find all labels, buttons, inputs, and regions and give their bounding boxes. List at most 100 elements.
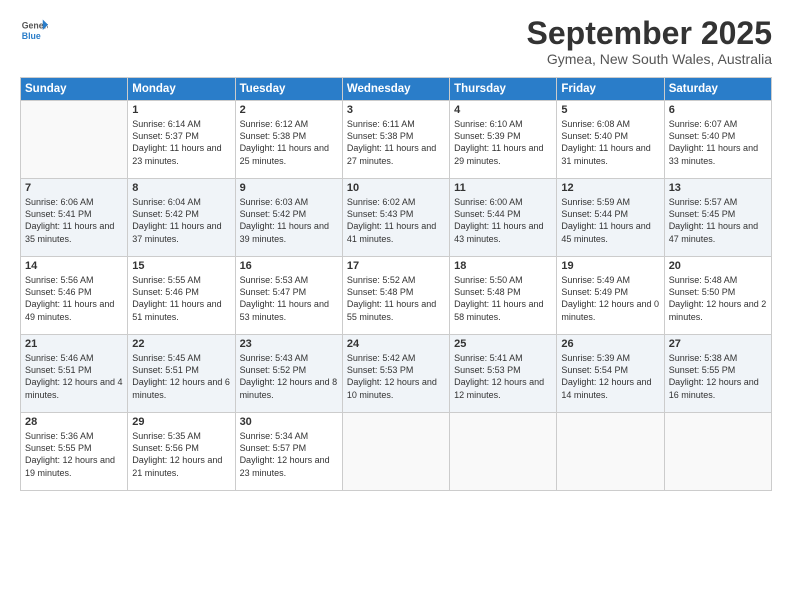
day-number: 6 (669, 104, 767, 116)
day-number: 29 (132, 416, 230, 428)
day-info: Sunrise: 5:35 AMSunset: 5:56 PMDaylight:… (132, 430, 230, 479)
day-info: Sunrise: 5:41 AMSunset: 5:53 PMDaylight:… (454, 352, 552, 401)
day-number: 20 (669, 260, 767, 272)
page: General Blue September 2025 Gymea, New S… (0, 0, 792, 612)
weekday-header-saturday: Saturday (664, 78, 771, 101)
day-number: 23 (240, 338, 338, 350)
day-info: Sunrise: 5:57 AMSunset: 5:45 PMDaylight:… (669, 196, 767, 245)
calendar-cell: 10 Sunrise: 6:02 AMSunset: 5:43 PMDayligh… (342, 179, 449, 257)
day-info: Sunrise: 5:46 AMSunset: 5:51 PMDaylight:… (25, 352, 123, 401)
calendar-cell (21, 101, 128, 179)
weekday-header-friday: Friday (557, 78, 664, 101)
month-title: September 2025 (527, 16, 772, 51)
calendar-cell: 27Sunrise: 5:38 AMSunset: 5:55 PMDayligh… (664, 335, 771, 413)
day-number: 17 (347, 260, 445, 272)
logo-icon: General Blue (20, 16, 48, 44)
day-number: 14 (25, 260, 123, 272)
day-number: 22 (132, 338, 230, 350)
day-number: 19 (561, 260, 659, 272)
day-number: 4 (454, 104, 552, 116)
day-info: Sunrise: 5:53 AMSunset: 5:47 PMDaylight:… (240, 274, 338, 323)
day-number: 8 (132, 182, 230, 194)
day-number: 30 (240, 416, 338, 428)
calendar-cell: 30 Sunrise: 5:34 AMSunset: 5:57 PMDayligh… (235, 413, 342, 491)
day-number: 5 (561, 104, 659, 116)
calendar-cell (557, 413, 664, 491)
calendar-week-row: 28 Sunrise: 5:36 AMSunset: 5:55 PMDayligh… (21, 413, 772, 491)
day-number: 11 (454, 182, 552, 194)
calendar-cell (342, 413, 449, 491)
weekday-header-thursday: Thursday (450, 78, 557, 101)
day-info: Sunrise: 6:08 AMSunset: 5:40 PMDaylight:… (561, 118, 659, 167)
day-info: Sunrise: 5:59 AMSunset: 5:44 PMDaylight:… (561, 196, 659, 245)
day-info: Sunrise: 6:14 AMSunset: 5:37 PMDaylight:… (132, 118, 230, 167)
logo: General Blue (20, 16, 48, 44)
day-info: Sunrise: 6:10 AMSunset: 5:39 PMDaylight:… (454, 118, 552, 167)
calendar-cell (664, 413, 771, 491)
calendar-week-row: 1 Sunrise: 6:14 AMSunset: 5:37 PMDaylight… (21, 101, 772, 179)
day-info: Sunrise: 5:38 AMSunset: 5:55 PMDaylight:… (669, 352, 767, 401)
calendar-cell: 16 Sunrise: 5:53 AMSunset: 5:47 PMDayligh… (235, 257, 342, 335)
day-info: Sunrise: 5:55 AMSunset: 5:46 PMDaylight:… (132, 274, 230, 323)
calendar-cell: 24 Sunrise: 5:42 AMSunset: 5:53 PMDayligh… (342, 335, 449, 413)
calendar-cell: 26 Sunrise: 5:39 AMSunset: 5:54 PMDayligh… (557, 335, 664, 413)
day-info: Sunrise: 5:50 AMSunset: 5:48 PMDaylight:… (454, 274, 552, 323)
calendar-cell: 13Sunrise: 5:57 AMSunset: 5:45 PMDayligh… (664, 179, 771, 257)
day-number: 21 (25, 338, 123, 350)
title-area: September 2025 Gymea, New South Wales, A… (527, 16, 772, 67)
calendar-cell: 23 Sunrise: 5:43 AMSunset: 5:52 PMDayligh… (235, 335, 342, 413)
calendar-cell: 28 Sunrise: 5:36 AMSunset: 5:55 PMDayligh… (21, 413, 128, 491)
day-info: Sunrise: 6:06 AMSunset: 5:41 PMDaylight:… (25, 196, 123, 245)
day-number: 28 (25, 416, 123, 428)
day-number: 12 (561, 182, 659, 194)
day-number: 10 (347, 182, 445, 194)
weekday-header-wednesday: Wednesday (342, 78, 449, 101)
day-number: 15 (132, 260, 230, 272)
day-info: Sunrise: 5:43 AMSunset: 5:52 PMDaylight:… (240, 352, 338, 401)
day-info: Sunrise: 5:39 AMSunset: 5:54 PMDaylight:… (561, 352, 659, 401)
location: Gymea, New South Wales, Australia (527, 51, 772, 67)
calendar-cell: 22Sunrise: 5:45 AMSunset: 5:51 PMDayligh… (128, 335, 235, 413)
calendar-cell: 17 Sunrise: 5:52 AMSunset: 5:48 PMDayligh… (342, 257, 449, 335)
weekday-header-monday: Monday (128, 78, 235, 101)
calendar-cell: 1 Sunrise: 6:14 AMSunset: 5:37 PMDaylight… (128, 101, 235, 179)
calendar-week-row: 21 Sunrise: 5:46 AMSunset: 5:51 PMDayligh… (21, 335, 772, 413)
header: General Blue September 2025 Gymea, New S… (20, 16, 772, 67)
calendar-cell: 21 Sunrise: 5:46 AMSunset: 5:51 PMDayligh… (21, 335, 128, 413)
day-number: 16 (240, 260, 338, 272)
day-info: Sunrise: 6:03 AMSunset: 5:42 PMDaylight:… (240, 196, 338, 245)
calendar-cell: 7 Sunrise: 6:06 AMSunset: 5:41 PMDaylight… (21, 179, 128, 257)
day-info: Sunrise: 5:52 AMSunset: 5:48 PMDaylight:… (347, 274, 445, 323)
day-number: 24 (347, 338, 445, 350)
calendar-cell: 29 Sunrise: 5:35 AMSunset: 5:56 PMDayligh… (128, 413, 235, 491)
day-info: Sunrise: 6:04 AMSunset: 5:42 PMDaylight:… (132, 196, 230, 245)
weekday-header-sunday: Sunday (21, 78, 128, 101)
day-info: Sunrise: 6:02 AMSunset: 5:43 PMDaylight:… (347, 196, 445, 245)
day-info: Sunrise: 5:49 AMSunset: 5:49 PMDaylight:… (561, 274, 659, 323)
day-info: Sunrise: 5:36 AMSunset: 5:55 PMDaylight:… (25, 430, 123, 479)
calendar-cell: 9 Sunrise: 6:03 AMSunset: 5:42 PMDaylight… (235, 179, 342, 257)
day-number: 9 (240, 182, 338, 194)
day-info: Sunrise: 6:11 AMSunset: 5:38 PMDaylight:… (347, 118, 445, 167)
day-number: 7 (25, 182, 123, 194)
day-info: Sunrise: 5:34 AMSunset: 5:57 PMDaylight:… (240, 430, 338, 479)
calendar-cell: 6 Sunrise: 6:07 AMSunset: 5:40 PMDaylight… (664, 101, 771, 179)
calendar-cell: 19 Sunrise: 5:49 AMSunset: 5:49 PMDayligh… (557, 257, 664, 335)
day-number: 26 (561, 338, 659, 350)
calendar-cell: 12 Sunrise: 5:59 AMSunset: 5:44 PMDayligh… (557, 179, 664, 257)
day-info: Sunrise: 6:00 AMSunset: 5:44 PMDaylight:… (454, 196, 552, 245)
weekday-header-row: SundayMondayTuesdayWednesdayThursdayFrid… (21, 78, 772, 101)
day-info: Sunrise: 6:07 AMSunset: 5:40 PMDaylight:… (669, 118, 767, 167)
day-number: 18 (454, 260, 552, 272)
calendar-table: SundayMondayTuesdayWednesdayThursdayFrid… (20, 77, 772, 491)
calendar-cell: 15 Sunrise: 5:55 AMSunset: 5:46 PMDayligh… (128, 257, 235, 335)
calendar-cell (450, 413, 557, 491)
day-number: 1 (132, 104, 230, 116)
svg-text:Blue: Blue (22, 31, 41, 41)
calendar-cell: 20 Sunrise: 5:48 AMSunset: 5:50 PMDayligh… (664, 257, 771, 335)
day-info: Sunrise: 5:56 AMSunset: 5:46 PMDaylight:… (25, 274, 123, 323)
day-info: Sunrise: 5:48 AMSunset: 5:50 PMDaylight:… (669, 274, 767, 323)
day-info: Sunrise: 5:42 AMSunset: 5:53 PMDaylight:… (347, 352, 445, 401)
calendar-cell: 4 Sunrise: 6:10 AMSunset: 5:39 PMDaylight… (450, 101, 557, 179)
weekday-header-tuesday: Tuesday (235, 78, 342, 101)
